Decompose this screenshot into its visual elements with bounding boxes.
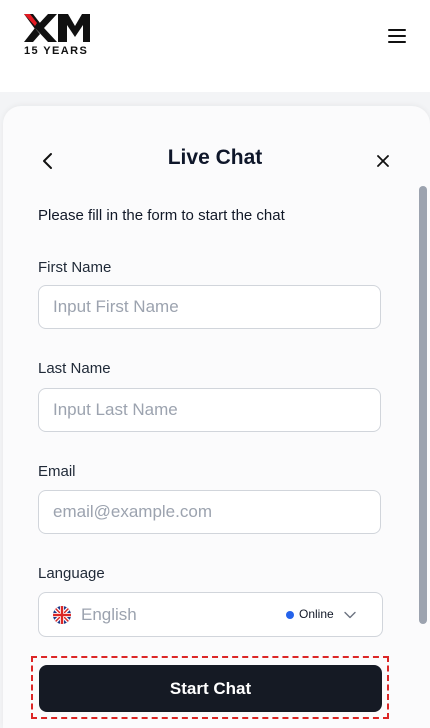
close-button[interactable] xyxy=(373,151,393,171)
start-chat-button[interactable]: Start Chat xyxy=(39,665,382,712)
language-select[interactable]: English Online xyxy=(38,592,383,637)
first-name-label: First Name xyxy=(38,259,112,276)
last-name-label: Last Name xyxy=(38,360,111,377)
logo-tagline: 15 YEARS xyxy=(24,45,89,57)
xm-logo[interactable]: 15 YEARS xyxy=(24,12,94,60)
hamburger-menu-button[interactable] xyxy=(388,28,406,44)
online-status-text: Online xyxy=(299,607,334,621)
site-header: 15 YEARS xyxy=(0,0,430,90)
scrollbar-thumb[interactable] xyxy=(419,186,427,624)
email-input[interactable] xyxy=(38,490,381,534)
close-icon xyxy=(377,155,389,167)
chat-title: Live Chat xyxy=(167,146,263,169)
uk-flag-icon xyxy=(53,606,71,624)
form-intro-text: Please fill in the form to start the cha… xyxy=(38,207,285,224)
online-status-dot xyxy=(286,611,294,619)
xm-logo-mark xyxy=(24,14,90,42)
last-name-input[interactable] xyxy=(38,388,381,432)
language-selected-value: English xyxy=(81,605,137,624)
email-label: Email xyxy=(38,463,76,480)
chevron-down-icon xyxy=(344,611,356,619)
first-name-input[interactable] xyxy=(38,285,381,329)
language-label: Language xyxy=(38,565,105,582)
hamburger-icon xyxy=(388,29,406,31)
